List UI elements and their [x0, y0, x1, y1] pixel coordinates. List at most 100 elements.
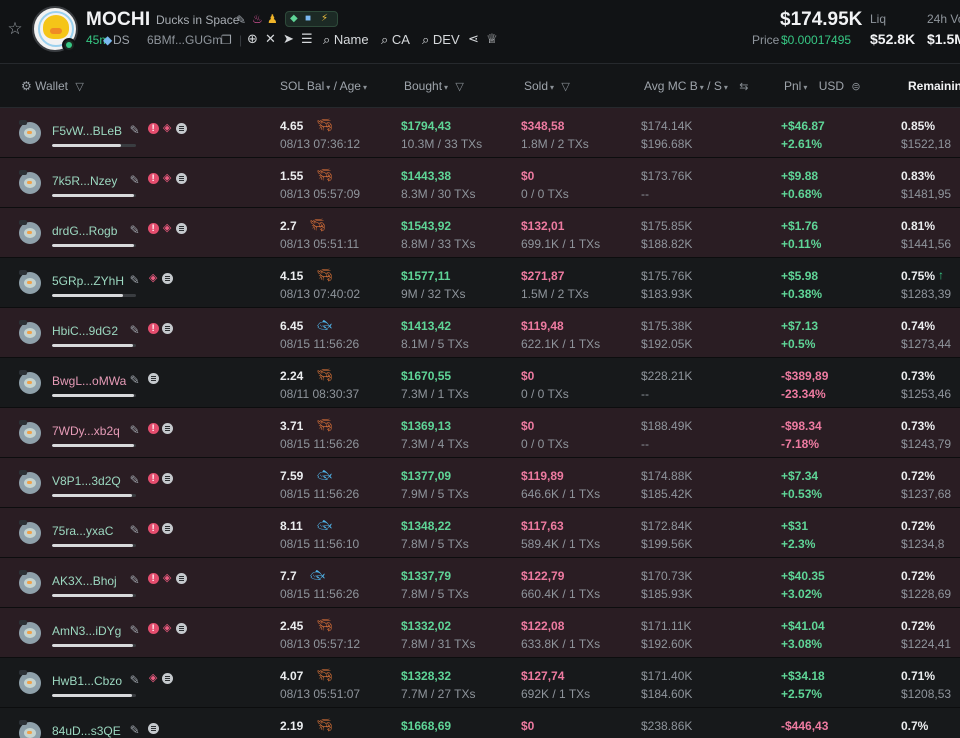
edit-pencil-icon[interactable]: ✎	[130, 123, 140, 137]
table-row[interactable]: F5vW...BLeB ✎! ◈ 4.65 🦐︎ 08/13 07:36:12 $…	[0, 108, 960, 158]
pnl-usd: +$34.18	[781, 669, 825, 683]
wallet-address[interactable]: AmN3...iDYg	[52, 624, 121, 638]
divider: |	[239, 33, 243, 47]
wallet-address[interactable]: F5vW...BLeB	[52, 124, 122, 138]
remaining-usd: $1228,69	[901, 587, 952, 601]
table-row[interactable]: 75ra...yxaC ✎! 8.11 🐟︎ 08/15 11:56:10 $1…	[0, 508, 960, 558]
dex-badge-icon	[62, 38, 76, 52]
avg-mc-buy: $172.84K	[641, 519, 693, 533]
filter-icon[interactable]: ▽	[561, 81, 569, 93]
edit-pencil-icon[interactable]: ✎	[130, 523, 140, 537]
wallet-avatar	[19, 672, 41, 694]
table-row[interactable]: HwB1...Cbzo ✎ ◈ 4.07 🦐︎ 08/13 05:51:07 $1…	[0, 658, 960, 708]
edit-pencil-icon[interactable]: ✎	[236, 13, 246, 27]
table-row[interactable]: AmN3...iDYg ✎! ◈ 2.45 🦐︎ 08/13 05:57:12 $…	[0, 608, 960, 658]
table-row[interactable]: 5GRp...ZYhH ✎ ◈ 4.15 🦐︎ 08/13 07:40:02 $1…	[0, 258, 960, 308]
first-buy-time: 08/15 11:56:26	[280, 437, 360, 451]
table-row[interactable]: HbiC...9dG2 ✎! 6.45 🐟︎ 08/15 11:56:26 $1…	[0, 308, 960, 358]
wallet-address[interactable]: V8P1...3d2Q	[52, 474, 121, 488]
wallet-address[interactable]: HbiC...9dG2	[52, 324, 118, 338]
rank-tag	[19, 270, 27, 275]
pnl-percent: +0.53%	[781, 487, 823, 501]
table-row[interactable]: drdG...Rogb ✎! ◈ 2.7 🦐︎ 08/13 05:51:11 $1…	[0, 208, 960, 258]
wallet-address[interactable]: 84uD...s3QE	[52, 724, 121, 738]
wallet-address[interactable]: 5GRp...ZYhH	[52, 274, 124, 288]
copy-icon[interactable]: ❐	[221, 33, 232, 47]
swap-icon[interactable]: ⇆	[739, 81, 748, 93]
avg-mc-sell: $192.60K	[641, 637, 693, 651]
lightning-icon: ⚡	[321, 13, 329, 24]
favorite-star-icon[interactable]: ☆	[6, 20, 24, 38]
remaining-column-header[interactable]: Remaining	[908, 79, 960, 93]
wallet-address[interactable]: 7WDy...xb2q	[52, 424, 120, 438]
menu-circle-icon	[175, 623, 187, 634]
remaining-percent: 0.81%	[901, 219, 936, 233]
sold-usd: $0	[521, 369, 535, 383]
search-name-link[interactable]: ⌕ Name	[323, 32, 369, 48]
share-icon[interactable]: ⋖	[468, 32, 479, 46]
edit-pencil-icon[interactable]: ✎	[130, 673, 140, 687]
avg-mc-sell: --	[641, 387, 649, 401]
globe-icon[interactable]: ⊕	[247, 32, 258, 46]
edit-pencil-icon[interactable]: ✎	[130, 373, 140, 387]
wallet-address[interactable]: 75ra...yxaC	[52, 524, 113, 538]
shield-icon: ◆	[290, 13, 298, 24]
edit-pencil-icon[interactable]: ✎	[130, 273, 140, 287]
pnl-usd: +$5.98	[781, 269, 819, 283]
remaining-usd: $1224,41	[901, 637, 952, 651]
edit-pencil-icon[interactable]: ✎	[130, 223, 140, 237]
sold-tokens-txs: 0 / 0 TXs	[521, 187, 569, 201]
edit-pencil-icon[interactable]: ✎	[130, 323, 140, 337]
wallet-address[interactable]: drdG...Rogb	[52, 224, 117, 238]
search-dev-link[interactable]: ⌕ DEV	[422, 32, 460, 48]
bought-column-header[interactable]: Bought ▾ ▽	[404, 79, 464, 95]
first-buy-time: 08/11 08:30:37	[280, 387, 360, 401]
wallet-address[interactable]: HwB1...Cbzo	[52, 674, 122, 688]
telegram-icon[interactable]: ➤	[283, 32, 294, 46]
edit-pencil-icon[interactable]: ✎	[130, 573, 140, 587]
remaining-percent: 0.85%	[901, 119, 936, 133]
wallet-column-header[interactable]: ⚙ Wallet ▽	[21, 79, 84, 94]
avg-mc-buy: $174.88K	[641, 469, 693, 483]
gear-icon[interactable]: ⚙	[21, 79, 32, 93]
diamond-icon: ◆	[103, 33, 113, 47]
edit-pencil-icon[interactable]: ✎	[130, 623, 140, 637]
menu-circle-icon[interactable]: ☰	[301, 32, 313, 46]
table-row[interactable]: 7WDy...xb2q ✎! 3.71 🦐︎ 08/15 11:56:26 $1…	[0, 408, 960, 458]
remaining-percent: 0.72%	[901, 519, 936, 533]
table-row[interactable]: 84uD...s3QE ✎ 2.19 🦐︎ $1668,69 $0 $238.8…	[0, 708, 960, 738]
table-row[interactable]: V8P1...3d2Q ✎! 7.59 🐟︎ 08/15 11:56:26 $1…	[0, 458, 960, 508]
wallet-address[interactable]: BwgL...oMWa	[52, 374, 126, 388]
usd-toggle-icon[interactable]: ⊜	[851, 81, 860, 93]
avg-mc-column-header[interactable]: Avg MC B ▾ / S ▾ ⇆	[644, 79, 748, 95]
first-buy-time: 08/13 05:51:07	[280, 687, 361, 701]
bought-tokens-txs: 7.8M / 5 TXs	[401, 537, 469, 551]
sol-balance: 2.19	[280, 719, 304, 733]
table-row[interactable]: BwgL...oMWa ✎ 2.24 🦐︎ 08/11 08:30:37 $16…	[0, 358, 960, 408]
search-icon: ⌕	[323, 32, 331, 47]
table-row[interactable]: AK3X...Bhoj ✎! ◈ 7.7 🐟︎ 08/15 11:56:26 $1…	[0, 558, 960, 608]
remaining-percent: 0.73%	[901, 369, 936, 383]
wallet-address[interactable]: AK3X...Bhoj	[52, 574, 117, 588]
token-address: 6BMf...GUGm	[147, 33, 223, 47]
wallet-address[interactable]: 7k5R...Nzey	[52, 174, 117, 188]
usd-label[interactable]: USD	[819, 79, 844, 93]
table-row[interactable]: 7k5R...Nzey ✎! ◈ 1.55 🦐︎ 08/13 05:57:09 $…	[0, 158, 960, 208]
first-buy-time: 08/13 07:40:02	[280, 287, 361, 301]
filter-icon[interactable]: ▽	[75, 81, 83, 93]
filter-icon[interactable]: ▽	[455, 81, 463, 93]
x-twitter-icon[interactable]: ✕	[265, 32, 276, 46]
sold-column-header[interactable]: Sold ▾ ▽	[524, 79, 570, 95]
check-icon: ■	[305, 13, 312, 24]
edit-pencil-icon[interactable]: ✎	[130, 723, 140, 737]
sold-tokens-txs: 0 / 0 TXs	[521, 437, 569, 451]
rank-tag	[19, 220, 27, 225]
edit-pencil-icon[interactable]: ✎	[130, 173, 140, 187]
pnl-column-header[interactable]: Pnl ▾ USD ⊜	[784, 79, 861, 95]
search-ca-link[interactable]: ⌕ CA	[381, 32, 410, 48]
edit-pencil-icon[interactable]: ✎	[130, 473, 140, 487]
crown-icon[interactable]: ♕	[486, 32, 498, 46]
edit-pencil-icon[interactable]: ✎	[130, 423, 140, 437]
sol-bal-column-header[interactable]: SOL Bal ▾ / Age ▾	[280, 79, 367, 95]
rank-tag	[19, 170, 27, 175]
